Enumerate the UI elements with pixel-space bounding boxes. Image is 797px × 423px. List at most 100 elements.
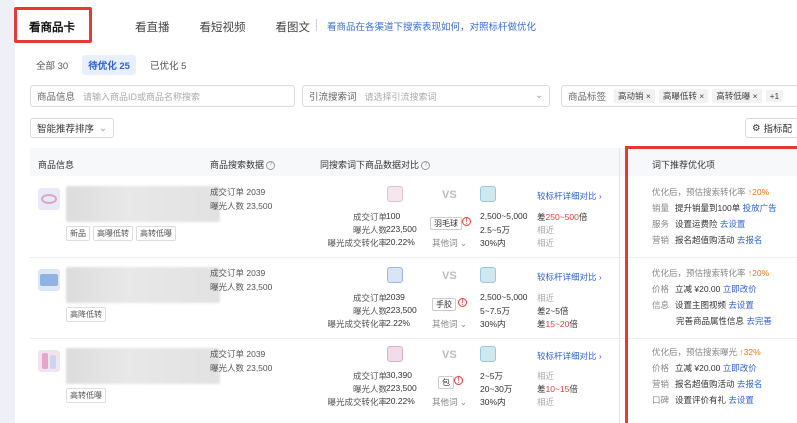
header-compare: 同搜索词下商品数据对比? [320, 158, 431, 171]
compare-link[interactable]: 较标杆详细对比 › [537, 350, 602, 362]
diff-prefix: 差 [537, 384, 546, 394]
benchmark-value: 2,500~5,000 [480, 211, 528, 221]
product-title-blurred [66, 186, 220, 222]
metric-label: 成交订单 [352, 371, 387, 381]
diff-value: 相近 [537, 371, 555, 381]
keyword-badge: 羽毛球 [430, 217, 462, 230]
my-value: 223,500 [386, 224, 417, 234]
tag-chip[interactable]: 高转低曝 × [712, 89, 762, 103]
metric-label: 曝光成交转化率 [327, 397, 387, 407]
metric-label: 曝光人数 [352, 225, 387, 235]
product-search-field[interactable]: 商品信息 请输入商品ID或商品名称搜索 [30, 85, 295, 107]
keyword-badge: 手胶 [432, 298, 456, 311]
exposure-count: 曝光人数 23,500 [210, 363, 273, 373]
chevron-down-icon: ⌄ [99, 122, 107, 134]
benchmark-value: 20~30万 [480, 384, 513, 394]
benchmark-value: 30%内 [480, 319, 506, 329]
sort-label: 智能推荐排序 [37, 124, 95, 135]
gear-icon: ⚙ [752, 122, 761, 134]
compare-link-label: 较标杆详细对比 [537, 191, 597, 201]
keyword-placeholder: 请选择引流搜索词 [364, 91, 437, 102]
highlight-box-optimize [625, 146, 797, 423]
header-compare-label: 同搜索词下商品数据对比 [320, 160, 420, 170]
product-tag: 高降低转 [66, 307, 106, 322]
diff-value: 相近 [537, 293, 555, 303]
product-thumbnail[interactable] [38, 350, 60, 372]
tag-chip-label: 高转低曝 [716, 91, 751, 101]
diff-number: 15~20 [545, 319, 570, 329]
metric-label: 曝光成交转化率 [327, 319, 387, 329]
metric-label: 曝光人数 [352, 384, 387, 394]
benchmark-value: 2,500~5,000 [480, 292, 528, 302]
product-thumbnail[interactable] [38, 188, 60, 210]
vs-label: VS [442, 349, 457, 361]
benchmark-value: 30%内 [480, 238, 506, 248]
close-icon[interactable]: × [753, 91, 758, 101]
close-icon[interactable]: × [699, 91, 704, 101]
tag-select[interactable]: 商品标签 高动销 × 高曝低转 × 高转低曝 × +1 [561, 85, 797, 107]
compare-link[interactable]: 较标杆详细对比 › [537, 190, 602, 202]
tag-chip-label: 高曝低转 [662, 91, 697, 101]
info-icon[interactable]: ? [421, 161, 431, 171]
filter-done[interactable]: 已优化 5 [144, 55, 192, 75]
highlight-box-tab [14, 7, 92, 43]
metric-config-button[interactable]: ⚙ 指标配 [745, 118, 797, 138]
benchmark-product-image [480, 346, 496, 362]
other-keywords[interactable]: 其他词 ⌄ [432, 396, 467, 408]
filter-all[interactable]: 全部 30 [30, 55, 74, 75]
product-tags: 高转低曝 [66, 388, 106, 403]
diff-number: 250~500 [545, 212, 579, 222]
product-search-label: 商品信息 [37, 92, 76, 103]
tag-label: 商品标签 [568, 92, 607, 103]
metric-config-label: 指标配 [763, 124, 793, 135]
filter-pending[interactable]: 待优化 25 [82, 55, 136, 75]
tab-image-text[interactable]: 看图文 [276, 19, 311, 35]
diff-prefix: 差 [537, 306, 546, 316]
sort-dropdown[interactable]: 智能推荐排序 ⌄ [30, 118, 114, 138]
alert-icon: ! [458, 298, 467, 307]
diff-number: 2~5 [545, 306, 560, 316]
keyword-badge: 包 [438, 376, 454, 389]
product-tags: 高降低转 [66, 307, 106, 322]
diff-value: 差15~20倍 [537, 318, 578, 330]
my-product-image [387, 346, 403, 362]
benchmark-value: 5~7.5万 [480, 306, 511, 316]
orders-count: 成交订单 2039 [210, 349, 266, 359]
diff-value: 相近 [537, 238, 555, 248]
close-icon[interactable]: × [646, 91, 651, 101]
product-tags: 新品 高曝低转 高转低曝 [66, 226, 176, 241]
compare-link-label: 较标杆详细对比 [537, 351, 597, 361]
compare-link[interactable]: 较标杆详细对比 › [537, 271, 602, 283]
my-value: 20.22% [386, 396, 415, 406]
metric-label: 曝光成交转化率 [327, 238, 387, 248]
tab-short-video[interactable]: 看短视频 [200, 19, 246, 35]
vs-label: VS [442, 270, 457, 282]
diff-value: 相近 [537, 397, 555, 407]
my-value: 20.22% [386, 237, 415, 247]
my-value: 100 [386, 211, 401, 221]
diff-prefix: 差 [537, 212, 546, 222]
product-tag: 高转低曝 [136, 226, 176, 241]
my-value: 223,500 [386, 305, 417, 315]
tab-description: 看商品在各渠道下搜索表现如何，对照标杆做优化 [327, 22, 537, 33]
keyword-select[interactable]: 引流搜索词 请选择引流搜索词 ⌄ [302, 85, 550, 107]
diff-suffix: 倍 [569, 384, 578, 394]
benchmark-value: 2~5万 [480, 371, 503, 381]
vs-label: VS [442, 189, 457, 201]
diff-suffix: 倍 [569, 319, 578, 329]
header-search-data: 商品搜索数据? [210, 158, 276, 171]
exposure-count: 曝光人数 23,500 [210, 282, 273, 292]
product-thumbnail[interactable] [38, 269, 60, 291]
tag-more-chip[interactable]: +1 [765, 90, 784, 102]
diff-value: 相近 [537, 225, 555, 235]
other-keywords[interactable]: 其他词 ⌄ [432, 237, 467, 249]
tag-chip[interactable]: 高曝低转 × [658, 89, 709, 103]
info-icon[interactable]: ? [266, 161, 276, 171]
tag-chip[interactable]: 高动销 × [614, 89, 655, 103]
other-keywords-label: 其他词 [432, 397, 458, 407]
product-search-input[interactable]: 请输入商品ID或商品名称搜索 [83, 90, 200, 103]
tab-live[interactable]: 看直播 [135, 19, 170, 35]
diff-number: 10~15 [545, 384, 570, 394]
alert-icon: ! [462, 217, 471, 226]
other-keywords[interactable]: 其他词 ⌄ [432, 318, 467, 330]
